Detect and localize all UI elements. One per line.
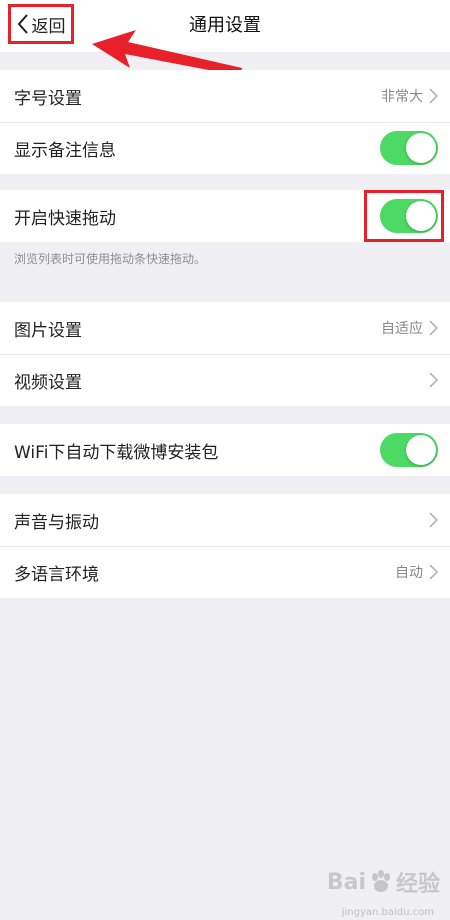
video-settings-row[interactable]: 视频设置 <box>0 354 450 406</box>
fast-drag-label: 开启快速拖动 <box>14 208 116 229</box>
show-remark-row: 显示备注信息 <box>0 122 450 174</box>
toggle-knob <box>406 435 436 465</box>
sound-vibration-row[interactable]: 声音与振动 <box>0 494 450 546</box>
annotation-highlight-box <box>364 190 444 242</box>
settings-group-4: WiFi下自动下载微博安装包 <box>0 424 450 476</box>
font-size-value: 非常大 <box>381 89 423 105</box>
toggle-knob <box>406 133 436 163</box>
settings-group-1: 字号设置 非常大 显示备注信息 <box>0 70 450 174</box>
watermark-sub: jingyan.baidu.com <box>341 907 434 918</box>
paw-icon <box>371 870 390 892</box>
chevron-right-icon <box>429 564 438 580</box>
language-row[interactable]: 多语言环境 自动 <box>0 546 450 598</box>
sound-vibration-label: 声音与振动 <box>14 512 99 533</box>
font-size-row[interactable]: 字号设置 非常大 <box>0 70 450 122</box>
language-label: 多语言环境 <box>14 564 99 585</box>
fast-drag-note: 浏览列表时可使用拖动条快速拖动。 <box>14 252 207 266</box>
watermark-suffix: 经验 <box>395 872 440 897</box>
font-size-label: 字号设置 <box>14 88 82 109</box>
chevron-right-icon <box>429 320 438 336</box>
settings-group-3: 图片设置 自适应 视频设置 <box>0 302 450 406</box>
language-value: 自动 <box>395 565 423 581</box>
wifi-download-label: WiFi下自动下载微博安装包 <box>14 442 219 463</box>
chevron-right-icon <box>429 88 438 104</box>
wifi-download-toggle[interactable] <box>380 433 438 467</box>
show-remark-label: 显示备注信息 <box>14 140 116 161</box>
chevron-right-icon <box>429 372 438 388</box>
watermark-brand: Bai <box>326 869 366 895</box>
image-settings-label: 图片设置 <box>14 320 82 341</box>
show-remark-toggle[interactable] <box>380 131 438 165</box>
video-settings-label: 视频设置 <box>14 372 82 393</box>
wifi-download-row: WiFi下自动下载微博安装包 <box>0 424 450 476</box>
chevron-right-icon <box>429 512 438 528</box>
image-settings-row[interactable]: 图片设置 自适应 <box>0 302 450 354</box>
watermark: Bai 经验 <box>327 866 440 898</box>
image-settings-value: 自适应 <box>381 321 423 337</box>
settings-group-5: 声音与振动 多语言环境 自动 <box>0 494 450 598</box>
